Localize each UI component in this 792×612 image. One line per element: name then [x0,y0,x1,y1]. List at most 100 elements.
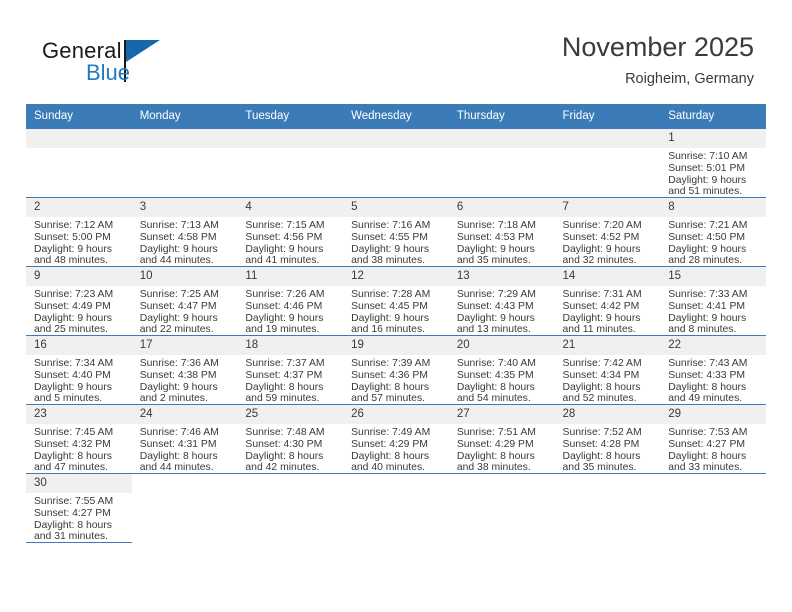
calendar-day-cell[interactable]: 20 Sunrise: 7:40 AM Sunset: 4:35 PM Dayligh… [448,335,555,405]
day-details: Sunrise: 7:49 AM Sunset: 4:29 PM Daylight:… [343,424,449,474]
calendar-cell-inner: 5 Sunrise: 7:16 AM Sunset: 4:55 PM Daylight… [343,198,449,266]
calendar-day-cell[interactable]: 30 Sunrise: 7:55 AM Sunset: 4:27 PM Dayligh… [26,473,132,543]
day-details: Sunrise: 7:21 AM Sunset: 4:50 PM Daylight:… [660,217,766,267]
day-number: 1 [660,129,766,148]
day-details: Sunrise: 7:33 AM Sunset: 4:41 PM Daylight:… [660,286,766,336]
day-detail-line: Sunset: 4:40 PM [34,369,111,381]
day-detail-line: Daylight: 9 hours [456,243,535,255]
calendar-day-cell[interactable]: 6 Sunrise: 7:18 AM Sunset: 4:53 PM Daylight… [448,197,555,267]
calendar-day-cell[interactable]: 3 Sunrise: 7:13 AM Sunset: 4:58 PM Daylight… [131,197,238,267]
day-details: Sunrise: 7:53 AM Sunset: 4:27 PM Daylight:… [660,424,766,474]
day-detail-line: Sunset: 4:42 PM [562,300,640,312]
calendar-day-cell[interactable]: 15 Sunrise: 7:33 AM Sunset: 4:41 PM Dayligh… [660,266,766,336]
day-detail-line: Daylight: 8 hours [245,450,324,462]
day-details: Sunrise: 7:46 AM Sunset: 4:31 PM Daylight:… [132,424,238,474]
day-number: 14 [554,267,661,286]
calendar-page: General Blue November 2025 Roigheim, Ger… [0,0,792,612]
day-number: 17 [131,336,238,355]
day-detail-line: Sunset: 4:28 PM [562,438,640,450]
day-detail-line: and 13 minutes. [456,324,531,336]
day-number: 4 [237,198,344,217]
day-number: 20 [448,336,555,355]
calendar-day-cell[interactable]: 17 Sunrise: 7:36 AM Sunset: 4:38 PM Dayligh… [131,335,238,405]
day-details: Sunrise: 7:23 AM Sunset: 4:49 PM Daylight:… [26,286,132,336]
calendar-day-cell[interactable]: 27 Sunrise: 7:51 AM Sunset: 4:29 PM Dayligh… [448,404,555,474]
calendar-day-cell[interactable]: 11 Sunrise: 7:26 AM Sunset: 4:46 PM Dayligh… [237,266,344,336]
day-detail-line: Daylight: 8 hours [668,381,747,393]
calendar-day-cell[interactable]: 24 Sunrise: 7:46 AM Sunset: 4:31 PM Dayligh… [131,404,238,474]
calendar-day-cell[interactable]: 22 Sunrise: 7:43 AM Sunset: 4:33 PM Dayligh… [660,335,766,405]
calendar-day-cell[interactable]: 13 Sunrise: 7:29 AM Sunset: 4:43 PM Dayligh… [448,266,555,336]
day-detail-line: Sunrise: 7:26 AM [245,289,325,300]
day-detail-line: Daylight: 9 hours [139,312,218,324]
calendar-cell-empty [131,473,238,543]
day-number: 29 [660,405,766,424]
calendar-day-cell[interactable]: 16 Sunrise: 7:34 AM Sunset: 4:40 PM Dayligh… [26,335,132,405]
calendar-day-cell[interactable]: 1 Sunrise: 7:10 AM Sunset: 5:01 PM Daylight… [660,128,766,198]
day-detail-line: Daylight: 9 hours [34,243,112,255]
day-details: Sunrise: 7:51 AM Sunset: 4:29 PM Daylight:… [449,424,555,474]
calendar-day-cell[interactable]: 14 Sunrise: 7:31 AM Sunset: 4:42 PM Dayligh… [554,266,661,336]
day-detail-line: and 28 minutes. [668,255,743,267]
calendar-cell-inner [26,129,132,197]
calendar-day-cell[interactable]: 29 Sunrise: 7:53 AM Sunset: 4:27 PM Dayligh… [660,404,766,474]
day-detail-line: Daylight: 9 hours [668,243,747,255]
day-number: 24 [131,405,238,424]
day-detail-line: Sunset: 4:34 PM [562,369,640,381]
weekday-header-tuesday: Tuesday [237,104,344,129]
day-detail-line: Sunrise: 7:12 AM [34,220,114,231]
day-details: Sunrise: 7:13 AM Sunset: 4:58 PM Daylight:… [132,217,238,267]
day-number-placeholder [131,129,238,148]
day-number: 15 [660,267,766,286]
day-details: Sunrise: 7:55 AM Sunset: 4:27 PM Daylight:… [26,493,132,543]
calendar-week-row: 2 Sunrise: 7:12 AM Sunset: 5:00 PM Daylight… [26,197,766,267]
day-detail-line: Sunset: 4:29 PM [456,438,534,450]
day-detail-line: Daylight: 8 hours [34,450,112,462]
day-detail-line: Sunset: 4:58 PM [139,231,217,243]
brand-logo[interactable]: General Blue [42,38,252,90]
calendar-cell-empty [554,128,661,198]
day-detail-line: Sunset: 4:47 PM [139,300,217,312]
calendar-cell-inner: 3 Sunrise: 7:13 AM Sunset: 4:58 PM Daylight… [131,198,238,267]
calendar-day-cell[interactable]: 2 Sunrise: 7:12 AM Sunset: 5:00 PM Daylight… [26,197,132,267]
day-detail-line: and 44 minutes. [139,255,214,267]
day-detail-line: Sunset: 4:32 PM [34,438,111,450]
calendar-day-cell[interactable]: 12 Sunrise: 7:28 AM Sunset: 4:45 PM Dayligh… [343,266,449,336]
calendar-cell-inner: 19 Sunrise: 7:39 AM Sunset: 4:36 PM Dayligh… [343,336,449,404]
day-number: 6 [448,198,555,217]
calendar-day-cell[interactable]: 28 Sunrise: 7:52 AM Sunset: 4:28 PM Dayligh… [554,404,661,474]
calendar-day-cell[interactable]: 10 Sunrise: 7:25 AM Sunset: 4:47 PM Dayligh… [131,266,238,336]
calendar-cell-inner: 23 Sunrise: 7:45 AM Sunset: 4:32 PM Dayligh… [26,405,132,473]
day-detail-line: Sunrise: 7:36 AM [139,358,219,369]
day-detail-line: and 49 minutes. [668,393,743,405]
day-detail-line: Sunrise: 7:39 AM [351,358,431,369]
calendar-day-cell[interactable]: 26 Sunrise: 7:49 AM Sunset: 4:29 PM Dayligh… [343,404,449,474]
day-detail-line: and 35 minutes. [562,462,637,474]
calendar-day-cell[interactable]: 25 Sunrise: 7:48 AM Sunset: 4:30 PM Dayligh… [237,404,344,474]
day-number: 30 [26,474,132,493]
day-number: 21 [554,336,661,355]
weekday-header-monday: Monday [131,104,238,129]
calendar-day-cell[interactable]: 19 Sunrise: 7:39 AM Sunset: 4:36 PM Dayligh… [343,335,449,405]
calendar-day-cell[interactable]: 9 Sunrise: 7:23 AM Sunset: 4:49 PM Daylight… [26,266,132,336]
calendar-cell-inner: 28 Sunrise: 7:52 AM Sunset: 4:28 PM Dayligh… [554,405,661,474]
calendar-day-cell[interactable]: 21 Sunrise: 7:42 AM Sunset: 4:34 PM Dayligh… [554,335,661,405]
calendar-day-cell[interactable]: 18 Sunrise: 7:37 AM Sunset: 4:37 PM Dayligh… [237,335,344,405]
calendar-day-cell[interactable]: 7 Sunrise: 7:20 AM Sunset: 4:52 PM Daylight… [554,197,661,267]
day-number-placeholder [343,129,449,148]
day-detail-line: and 22 minutes. [139,324,214,336]
day-detail-line: Daylight: 8 hours [668,450,747,462]
calendar-day-cell[interactable]: 5 Sunrise: 7:16 AM Sunset: 4:55 PM Daylight… [343,197,449,267]
calendar-cell-inner: 7 Sunrise: 7:20 AM Sunset: 4:52 PM Daylight… [554,198,661,266]
calendar-day-cell[interactable]: 4 Sunrise: 7:15 AM Sunset: 4:56 PM Daylight… [237,197,344,267]
day-detail-line: Daylight: 9 hours [139,381,218,393]
calendar-cell-empty [343,473,449,543]
calendar-day-cell[interactable]: 8 Sunrise: 7:21 AM Sunset: 4:50 PM Daylight… [660,197,766,267]
day-details: Sunrise: 7:10 AM Sunset: 5:01 PM Daylight:… [660,148,766,198]
day-detail-line: Sunrise: 7:20 AM [562,220,642,231]
day-detail-line: Daylight: 8 hours [139,450,218,462]
day-detail-line: Daylight: 8 hours [351,381,430,393]
calendar-day-cell[interactable]: 23 Sunrise: 7:45 AM Sunset: 4:32 PM Dayligh… [26,404,132,474]
day-detail-line: Sunrise: 7:10 AM [668,151,748,162]
calendar-cell-inner: 30 Sunrise: 7:55 AM Sunset: 4:27 PM Dayligh… [26,474,132,542]
